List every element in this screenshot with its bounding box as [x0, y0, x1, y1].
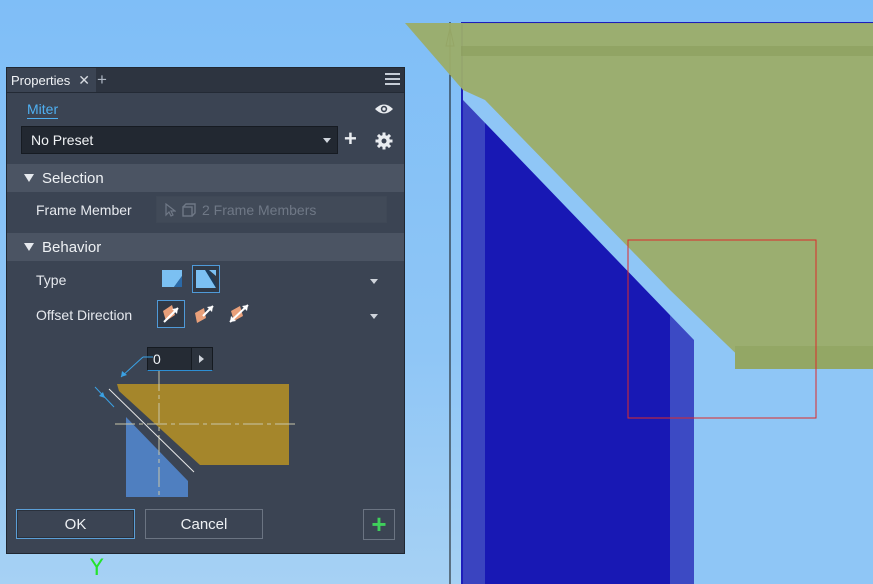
miter-preview-diagram [94, 356, 297, 497]
preset-dropdown[interactable]: No Preset [21, 126, 338, 154]
cancel-button[interactable]: Cancel [145, 509, 263, 539]
eye-icon[interactable] [374, 102, 394, 116]
chevron-down-icon [323, 137, 331, 143]
frame-member-selector[interactable]: 2 Frame Members [156, 196, 387, 223]
section-selection-header[interactable]: Selection [7, 164, 404, 192]
properties-panel: Properties ✕ + Miter No Preset + Selecti… [6, 67, 405, 554]
cursor-icon [165, 202, 176, 217]
offset-direction-first-button[interactable] [157, 300, 185, 328]
apply-add-button[interactable]: + [363, 509, 395, 540]
offset-direction-chevron-down-icon[interactable] [370, 314, 378, 319]
offset-direction-both-button[interactable] [225, 300, 253, 328]
gear-icon[interactable] [375, 132, 393, 150]
horizontal-beam-band [461, 46, 873, 56]
type-miter-full-button[interactable] [158, 265, 186, 293]
offset-direction-label: Offset Direction [36, 307, 133, 323]
offset-direction-second-button[interactable] [191, 300, 219, 328]
frame-member-icon [182, 202, 196, 217]
miter-full-icon [162, 270, 182, 287]
collapse-triangle-icon [24, 174, 34, 182]
add-tab-icon[interactable]: + [97, 70, 107, 90]
section-selection-title: Selection [42, 169, 104, 187]
section-behavior-header[interactable]: Behavior [7, 233, 404, 261]
miter-half-icon [196, 270, 216, 288]
frame-member-label: Frame Member [36, 202, 132, 218]
add-preset-icon[interactable]: + [344, 128, 357, 150]
type-label: Type [36, 272, 67, 288]
type-miter-half-button[interactable] [192, 265, 220, 293]
command-row: Miter [7, 100, 404, 122]
close-icon[interactable]: ✕ [78, 73, 90, 87]
command-title-link[interactable]: Miter [27, 101, 59, 119]
offset-both-icon [229, 304, 249, 323]
vertical-beam-flange [463, 100, 485, 584]
collapse-triangle-icon [24, 243, 34, 251]
ok-button[interactable]: OK [16, 509, 135, 539]
panel-tab-bar: Properties ✕ + [7, 68, 404, 93]
tab-properties[interactable]: Properties ✕ [7, 68, 96, 92]
axis-y-label: Y [90, 556, 104, 581]
horizontal-beam-bottom-band [735, 346, 873, 369]
tab-properties-label: Properties [11, 72, 71, 88]
type-chevron-down-icon[interactable] [370, 279, 378, 284]
offset-second-icon [195, 305, 214, 323]
section-behavior-title: Behavior [42, 238, 102, 256]
preset-value: No Preset [31, 132, 94, 148]
offset-first-icon [163, 305, 179, 323]
hamburger-menu-icon[interactable] [385, 73, 400, 88]
frame-member-value: 2 Frame Members [202, 201, 317, 218]
